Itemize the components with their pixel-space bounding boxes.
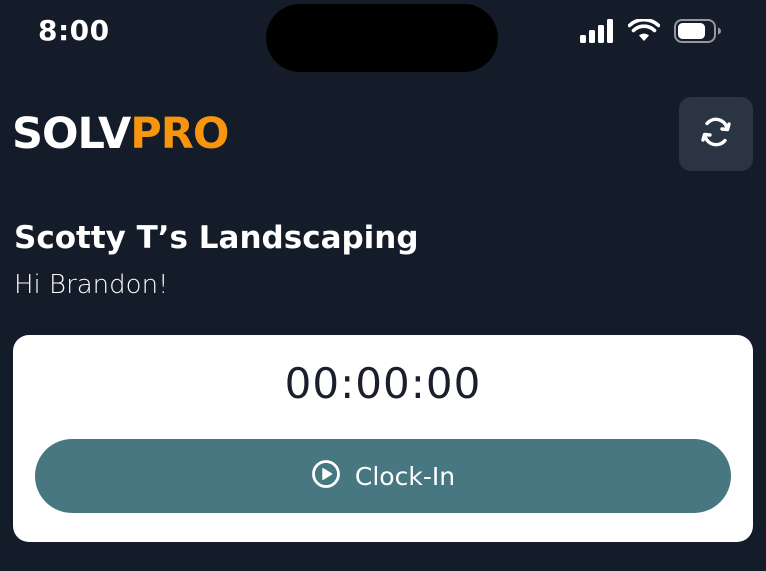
- sync-button[interactable]: [679, 97, 753, 171]
- play-circle-icon: [311, 459, 341, 493]
- status-icons: [580, 19, 722, 43]
- company-name: Scotty T’s Landscaping: [14, 220, 419, 256]
- clock-in-label: Clock-In: [354, 461, 456, 491]
- status-time: 8:00: [38, 14, 110, 47]
- cellular-signal-icon: [580, 19, 614, 43]
- timer-card: 00:00:00 Clock-In: [13, 335, 753, 542]
- battery-icon: [674, 19, 722, 43]
- wifi-icon: [628, 19, 660, 43]
- brand-logo: SOLVPRO: [12, 106, 229, 162]
- greeting-text: Hi Brandon!: [14, 270, 169, 300]
- refresh-sync-icon: [698, 114, 734, 154]
- clock-in-button[interactable]: Clock-In: [35, 439, 731, 513]
- brand-logo-part1: SOLV: [12, 109, 131, 159]
- brand-logo-part2: PRO: [130, 109, 229, 159]
- dynamic-island: [266, 4, 498, 72]
- app-screen: 8:00 SOLVPRO Scotty T’s Landscaping Hi B…: [0, 0, 766, 571]
- elapsed-time: 00:00:00: [284, 359, 482, 408]
